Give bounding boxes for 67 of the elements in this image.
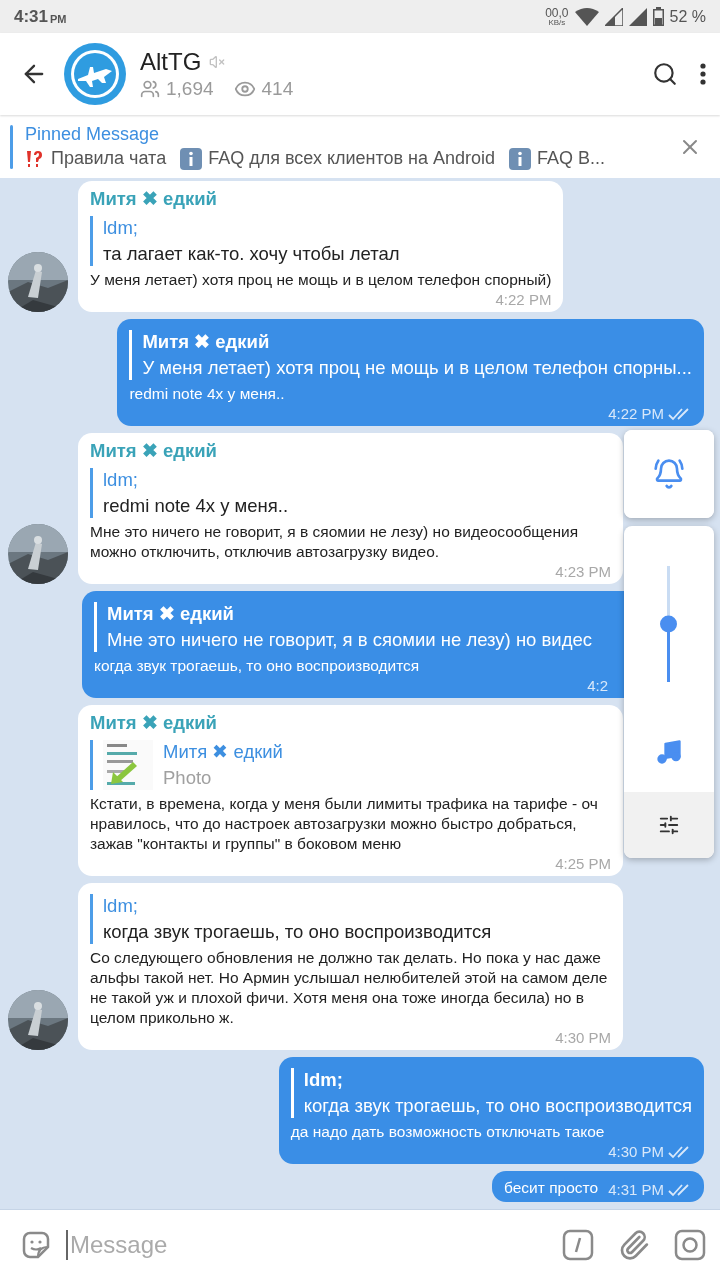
reply-author: Митя ✖ едкий (107, 602, 235, 626)
sliders-icon (658, 814, 680, 836)
reply-author: ldm; (103, 468, 139, 492)
exclamation-question-icon (25, 148, 45, 169)
reply-text: redmi note 4x у меня.. (103, 494, 289, 518)
reply-text: У меня летает) хотя проц не мощь и в целом телефон спорны... (142, 356, 692, 380)
reply-author: Митя ✖ едкий (142, 330, 271, 354)
info-icon (180, 147, 203, 170)
pinned-text[interactable]: FAQ В... (537, 148, 606, 169)
message-text: Мне это ничего не говорит, я в сяомии не лезу) но видеосообщения можно отключить, отключив автозагрузку видео. (90, 522, 580, 562)
camera-icon[interactable] (674, 1229, 706, 1261)
reply-text: та лагает как-то. хочу чтобы летал (103, 242, 400, 266)
bell-icon (653, 458, 685, 490)
online-count: 414 (261, 78, 294, 100)
speed-unit: KB/s (548, 18, 566, 27)
network-speed: 00,0 (545, 6, 569, 19)
reply-author: ldm; (103, 894, 139, 918)
message-time: 4:30 PM (555, 1030, 611, 1046)
message-time: 4:23 PM (555, 564, 611, 580)
info-icon (509, 147, 532, 170)
message-text: когда звук трогаешь, то оно воспроизводится (94, 656, 421, 676)
more-icon (700, 63, 706, 85)
reply-text: Мне это ничего не говорит, я в сяомии не лезу) но видес (107, 628, 593, 652)
pinned-text[interactable]: Правила чата (51, 148, 167, 169)
volume-slider[interactable] (660, 566, 678, 682)
pinned-title: Pinned Message (25, 123, 161, 145)
ringer-button[interactable] (624, 430, 714, 518)
message-text: да надо дать возможность отключать такое (290, 1122, 606, 1142)
music-note-icon (655, 738, 683, 766)
message-time: 4:22 PM (608, 406, 664, 422)
sender-name: Митя ✖ едкий (90, 712, 218, 734)
member-count: 1,694 (166, 78, 214, 100)
message-time: 4:25 PM (555, 856, 611, 872)
message-composer[interactable]: Message (0, 1209, 720, 1280)
message-time: 4:2 (587, 678, 608, 694)
reply-text: Photo (163, 766, 213, 790)
reply-text: когда звук трогаешь, то оно воспроизводится (303, 1094, 692, 1118)
reply-text: когда звук трогаешь, то оно воспроизводится (103, 920, 492, 944)
sticker-icon[interactable] (20, 1229, 52, 1261)
message-text: redmi note 4x у меня.. (129, 384, 286, 404)
signal-icon (628, 7, 647, 26)
chat-title: AltTG (140, 48, 202, 76)
channel-avatar[interactable] (64, 43, 126, 105)
search-icon (652, 61, 678, 87)
bot-command-icon[interactable] (562, 1229, 594, 1261)
sender-name: Митя ✖ едкий (90, 188, 218, 210)
sender-name: Митя ✖ едкий (90, 440, 218, 462)
clock: 4:31 (14, 6, 49, 27)
reply-author: ldm; (103, 216, 139, 240)
message-text: У меня летает) хотя проц не мощь и в целом телефон спорный) (90, 270, 552, 290)
message-time: 4:31 PM (608, 1182, 664, 1198)
message-text: Со следующего обновления не должно так делать. Но пока у нас даже альфы такой нет. Но Армин услышал нелюбителей этой на самом деле не такой уж и плохой фичи. Хотя меня она тоже иногда бесила) но в целом прикольно ж. (90, 948, 609, 1028)
message-text: бесит просто (504, 1178, 599, 1198)
reply-author: ldm; (303, 1068, 344, 1092)
members-icon (140, 79, 160, 99)
reply-author: Митя ✖ едкий (163, 740, 283, 764)
pinned-text[interactable]: FAQ для всех клиентов на Android (208, 148, 496, 169)
battery-icon (652, 7, 664, 26)
battery-percent: 52 % (669, 7, 706, 26)
message-text: Кстати, в времена, когда у меня были лимиты трафика на тарифе - оч нравилось, что до настроек автозагрузки можно быстро добраться, зажав "контакты и группы" в боковом меню (90, 794, 599, 854)
signal-icon (604, 7, 623, 26)
message-time: 4:22 PM (495, 292, 552, 308)
slider-thumb[interactable] (660, 615, 677, 633)
clock-period: PM (50, 12, 67, 25)
wifi-icon (574, 7, 599, 26)
attach-icon[interactable] (618, 1229, 650, 1261)
message-time: 4:30 PM (608, 1144, 664, 1160)
